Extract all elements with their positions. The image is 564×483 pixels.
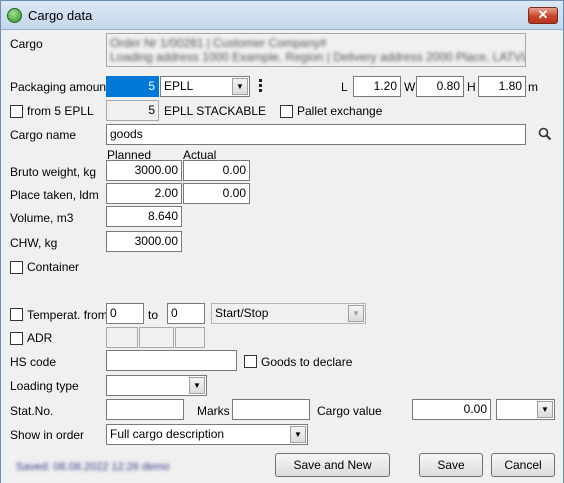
loading-type-label: Loading type <box>10 379 79 393</box>
volume-label: Volume, m3 <box>10 211 74 225</box>
container-label: Container <box>27 260 80 274</box>
goods-to-declare-checkbox[interactable] <box>244 355 257 368</box>
chevron-down-icon: ▼ <box>189 377 205 394</box>
window-title: Cargo data <box>28 8 93 23</box>
marks-label: Marks <box>197 404 230 418</box>
hs-code-label: HS code <box>10 355 57 369</box>
cargo-label: Cargo <box>10 37 43 51</box>
from-epll-checkbox[interactable] <box>10 105 23 118</box>
cargo-name-label: Cargo name <box>10 128 77 142</box>
save-button[interactable]: Save <box>419 453 483 477</box>
temperature-mode-select[interactable]: Start/Stop ▼ <box>211 303 366 324</box>
place-taken-label: Place taken, ldm <box>10 188 99 202</box>
cargo-value-label: Cargo value <box>317 404 382 418</box>
cargo-description-line2: Loading address 1000 Example, Region | D… <box>110 50 526 64</box>
marks-input[interactable] <box>232 399 310 420</box>
more-vertical-icon[interactable] <box>259 79 263 93</box>
packaging-type-value: EPLL <box>164 79 194 93</box>
packaging-type-select[interactable]: EPLL ▼ <box>160 76 250 97</box>
save-and-new-button[interactable]: Save and New <box>275 453 390 477</box>
container-checkbox[interactable] <box>10 261 23 274</box>
adr-label: ADR <box>27 331 53 345</box>
close-button[interactable]: ✕ <box>528 7 558 24</box>
bruto-weight-planned-input[interactable]: 3000.00 <box>106 160 182 181</box>
hs-code-input[interactable] <box>106 350 237 371</box>
adr-field-1 <box>106 327 138 348</box>
currency-select[interactable]: ▼ <box>496 399 555 420</box>
temperature-to-input[interactable]: 0 <box>167 303 205 324</box>
temperature-label: Temperat. from <box>27 308 108 322</box>
show-in-order-label: Show in order <box>10 428 85 442</box>
bruto-weight-actual-input[interactable]: 0.00 <box>183 160 250 181</box>
loading-type-select[interactable]: ▼ <box>106 375 207 396</box>
width-input[interactable]: 0.80 <box>416 76 464 97</box>
show-in-order-select[interactable]: Full cargo description ▼ <box>106 424 308 445</box>
pallet-exchange-label: Pallet exchange <box>297 104 383 118</box>
temperature-checkbox[interactable] <box>10 308 23 321</box>
bruto-weight-label: Bruto weight, kg <box>10 165 97 179</box>
search-icon[interactable] <box>538 127 552 141</box>
chw-label: CHW, kg <box>10 236 58 250</box>
cargo-description-field: Order Nr 1/00281 | Customer Company# Loa… <box>106 33 526 67</box>
adr-checkbox[interactable] <box>10 332 23 345</box>
from-epll-label: from 5 EPLL <box>27 104 94 118</box>
unit-label: m <box>528 80 538 94</box>
chw-input[interactable]: 3000.00 <box>106 231 182 252</box>
temperature-mode-value: Start/Stop <box>215 306 269 320</box>
stat-no-input[interactable] <box>106 399 184 420</box>
packaging-amount-input[interactable]: 5 <box>106 76 159 97</box>
cargo-name-input[interactable]: goods <box>106 124 526 145</box>
chevron-down-icon: ▼ <box>537 401 553 418</box>
height-label: H <box>467 80 476 94</box>
stackable-count-field: 5 <box>106 100 159 121</box>
packaging-amount-label: Packaging amount <box>10 80 110 94</box>
pallet-exchange-checkbox[interactable] <box>280 105 293 118</box>
cargo-data-window: Cargo data ✕ Cargo Order Nr 1/00281 | Cu… <box>0 0 564 483</box>
stat-no-label: Stat.No. <box>10 404 54 418</box>
cargo-description-line1: Order Nr 1/00281 | Customer Company# <box>110 36 327 50</box>
adr-field-2 <box>139 327 174 348</box>
title-bar: Cargo data ✕ <box>1 1 563 30</box>
show-in-order-value: Full cargo description <box>110 427 225 441</box>
place-taken-planned-input[interactable]: 2.00 <box>106 183 182 204</box>
chevron-down-icon: ▼ <box>290 426 306 443</box>
cargo-value-input[interactable]: 0.00 <box>412 399 491 420</box>
height-input[interactable]: 1.80 <box>478 76 526 97</box>
chevron-down-icon: ▼ <box>348 305 364 322</box>
cancel-button[interactable]: Cancel <box>491 453 555 477</box>
length-label: L <box>341 80 348 94</box>
dialog-body: Cargo Order Nr 1/00281 | Customer Compan… <box>1 31 563 483</box>
place-taken-actual-input[interactable]: 0.00 <box>183 183 250 204</box>
goods-to-declare-label: Goods to declare <box>261 355 353 369</box>
volume-input[interactable]: 8.640 <box>106 206 182 227</box>
temperature-from-input[interactable]: 0 <box>106 303 144 324</box>
app-globe-icon <box>7 8 22 23</box>
width-label: W <box>404 80 416 94</box>
stackable-type-label: EPLL STACKABLE <box>164 104 267 118</box>
chevron-down-icon: ▼ <box>232 78 248 95</box>
status-saved-text: Saved: 08.08.2022 12:26 demo <box>16 461 170 473</box>
adr-field-3 <box>175 327 205 348</box>
length-input[interactable]: 1.20 <box>353 76 401 97</box>
temperature-to-label: to <box>148 308 159 322</box>
